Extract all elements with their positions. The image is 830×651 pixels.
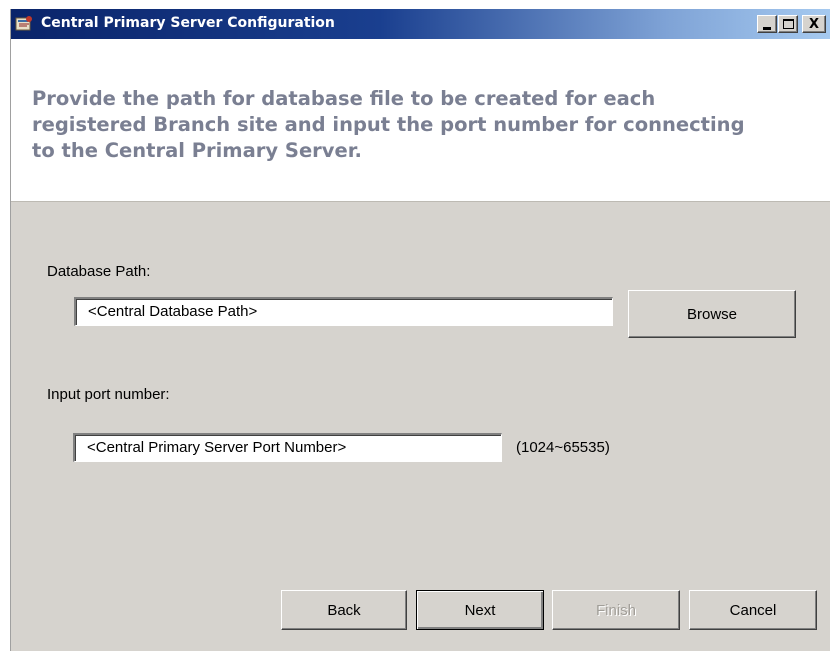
database-path-label: Database Path: xyxy=(47,263,151,280)
maximize-button[interactable] xyxy=(778,15,798,33)
close-button[interactable]: X xyxy=(802,15,826,33)
finish-button: Finish xyxy=(552,590,680,630)
wizard-header: Provide the path for database file to be… xyxy=(11,39,830,202)
close-icon: X xyxy=(808,16,820,32)
port-range-hint: (1024~65535) xyxy=(516,439,610,456)
browse-button[interactable]: Browse xyxy=(628,290,796,338)
maximize-icon xyxy=(782,19,794,29)
minimize-button[interactable] xyxy=(757,15,777,33)
port-number-label: Input port number: xyxy=(47,386,170,403)
next-button[interactable]: Next xyxy=(416,590,544,630)
wizard-app-icon xyxy=(15,15,33,33)
instruction-text: Provide the path for database file to be… xyxy=(32,87,745,162)
database-path-input[interactable]: <Central Database Path> xyxy=(74,297,613,326)
minimize-icon xyxy=(763,26,771,30)
window-title: Central Primary Server Configuration xyxy=(41,15,335,31)
port-number-input[interactable]: <Central Primary Server Port Number> xyxy=(73,433,502,462)
title-bar[interactable]: Central Primary Server Configuration X xyxy=(11,9,830,39)
back-button[interactable]: Back xyxy=(281,590,407,630)
cancel-button[interactable]: Cancel xyxy=(689,590,817,630)
wizard-window: Central Primary Server Configuration X P… xyxy=(10,9,830,651)
